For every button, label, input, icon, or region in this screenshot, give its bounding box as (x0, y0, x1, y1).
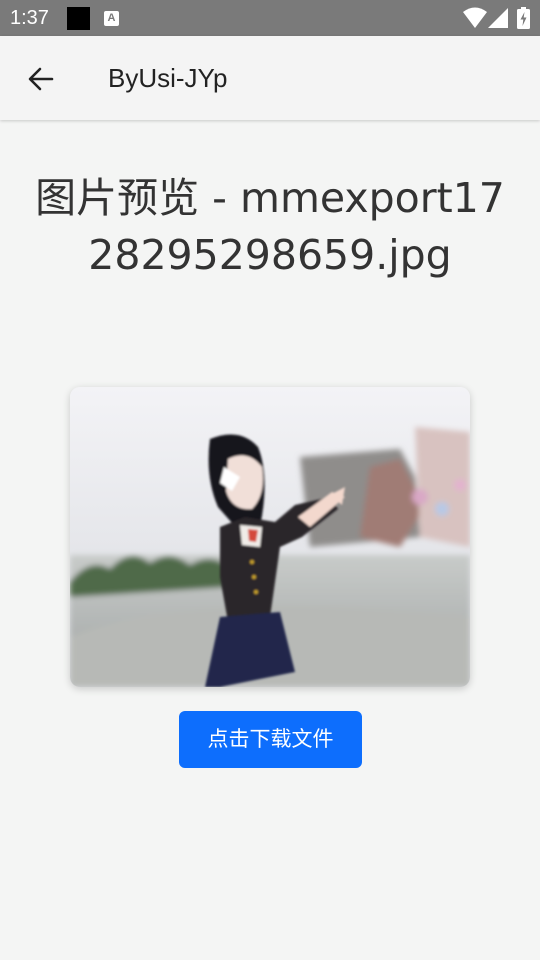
status-bar: 1:37 A (0, 0, 540, 36)
battery-charging-icon (517, 7, 530, 29)
notification-app-icon (67, 7, 90, 30)
wifi-icon (463, 7, 487, 28)
page-title: 图片预览 - mmexport1728295298659.jpg (35, 174, 505, 279)
app-bar: ByUsi-JYp (0, 36, 540, 120)
preview-image (70, 387, 470, 687)
arrow-left-icon[interactable] (26, 64, 56, 94)
cellular-signal-icon (488, 8, 508, 28)
notification-a-icon: A (104, 11, 119, 26)
app-title: ByUsi-JYp (108, 63, 228, 93)
download-file-button[interactable]: 点击下载文件 (179, 711, 362, 768)
status-time: 1:37 (10, 7, 49, 29)
